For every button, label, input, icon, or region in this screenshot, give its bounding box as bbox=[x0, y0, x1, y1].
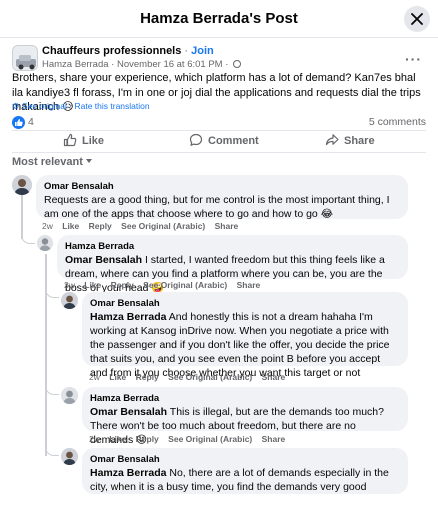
separator-dot: · bbox=[225, 59, 229, 70]
see-original-button[interactable]: See Original (Arabic) bbox=[121, 221, 205, 231]
group-avatar[interactable] bbox=[12, 45, 38, 71]
comment-reply-button[interactable]: Reply bbox=[136, 434, 159, 444]
translation-row: ⚙ See original · Rate this translation bbox=[12, 101, 150, 112]
chevron-down-icon bbox=[85, 159, 92, 163]
like-button[interactable]: Like bbox=[63, 133, 104, 149]
comment-count-link[interactable]: 5 comments bbox=[369, 116, 426, 128]
thread-connector bbox=[45, 444, 59, 456]
thread-connector bbox=[45, 286, 59, 298]
avatar[interactable] bbox=[61, 292, 78, 309]
globe-icon bbox=[233, 60, 242, 68]
close-icon bbox=[411, 13, 423, 25]
see-original-button[interactable]: See Original (Arabic) bbox=[168, 434, 252, 444]
comment-author[interactable]: Omar Bensalah bbox=[90, 297, 400, 310]
like-count[interactable]: 4 bbox=[28, 116, 34, 128]
comment-bubble: Omar Bensalah Hamza Berrada And honestly… bbox=[82, 292, 408, 379]
comment-mention[interactable]: Hamza Berrada bbox=[90, 467, 166, 479]
comment-author[interactable]: Hamza Berrada bbox=[90, 392, 400, 405]
thread-line bbox=[45, 254, 47, 456]
dialog-title: Hamza Berrada's Post bbox=[140, 10, 298, 27]
see-original-button[interactable]: See Original (Arabic) bbox=[168, 372, 252, 382]
close-button[interactable] bbox=[404, 6, 430, 32]
comment-actions: 2w Like Reply See Original (Arabic) Shar… bbox=[64, 280, 267, 290]
thread-connector bbox=[21, 232, 35, 244]
see-original-link[interactable]: See original bbox=[22, 101, 67, 111]
comment-reply-button[interactable]: Reply bbox=[89, 221, 112, 231]
separator-dot: · bbox=[184, 45, 189, 57]
comment-mention[interactable]: Omar Bensalah bbox=[65, 254, 142, 266]
gear-icon: ⚙ bbox=[12, 101, 20, 111]
comment-bubble: Omar Bensalah Requests are a good thing,… bbox=[36, 175, 408, 220]
comment-text: Hamza Berrada No, there are a lot of dem… bbox=[90, 466, 400, 494]
comment-button[interactable]: Comment bbox=[189, 133, 259, 149]
like-label: Like bbox=[82, 135, 105, 147]
post-action-bar: Like Comment Share bbox=[12, 130, 426, 152]
comment-bubble: Hamza Berrada Omar Bensalah I started, I… bbox=[57, 235, 408, 294]
comment-time[interactable]: 2w bbox=[64, 280, 75, 290]
share-button[interactable]: Share bbox=[325, 133, 375, 149]
dialog-header: Hamza Berrada's Post bbox=[0, 0, 438, 38]
comment-like-button[interactable]: Like bbox=[84, 280, 101, 290]
comment-time[interactable]: 2w bbox=[89, 372, 100, 382]
comment-actions: 2w Like Reply See Original (Arabic) Shar… bbox=[42, 221, 245, 231]
avatar[interactable] bbox=[61, 448, 78, 465]
comment-like-button[interactable]: Like bbox=[109, 372, 126, 382]
more-icon: ··· bbox=[405, 51, 422, 67]
more-options-button[interactable]: ··· bbox=[405, 51, 422, 67]
share-label: Share bbox=[344, 135, 375, 147]
comment-author[interactable]: Omar Bensalah bbox=[90, 453, 400, 466]
separator-dot: · bbox=[111, 59, 115, 70]
join-link[interactable]: Join bbox=[191, 45, 214, 57]
group-name-link[interactable]: Chauffeurs professionnels bbox=[42, 45, 181, 57]
comment-icon bbox=[189, 133, 203, 146]
comment-bubble: Omar Bensalah Hamza Berrada No, there ar… bbox=[82, 448, 408, 494]
like-icon bbox=[63, 133, 77, 147]
comment-actions: 2w Like Reply See Original (Arabic) Shar… bbox=[89, 434, 292, 444]
comment-time[interactable]: 2w bbox=[89, 434, 100, 444]
comment-mention[interactable]: Omar Bensalah bbox=[90, 406, 167, 418]
share-icon bbox=[325, 134, 339, 146]
comment-time[interactable]: 2w bbox=[42, 221, 53, 231]
thread-connector bbox=[45, 383, 59, 395]
comment-sort-dropdown[interactable]: Most relevant bbox=[12, 156, 92, 168]
rate-translation-link[interactable]: Rate this translation bbox=[74, 101, 149, 111]
sort-label: Most relevant bbox=[12, 156, 83, 168]
comment-share-button[interactable]: Share bbox=[237, 280, 261, 290]
comment-like-button[interactable]: Like bbox=[109, 434, 126, 444]
post-meta: Hamza Berrada · November 16 at 6:01 PM · bbox=[42, 59, 242, 70]
comment-text: Requests are a good thing, but for me co… bbox=[44, 194, 390, 220]
comment-label: Comment bbox=[208, 135, 259, 147]
group-line: Chauffeurs professionnels · Join bbox=[42, 45, 214, 57]
separator-dot: · bbox=[69, 101, 73, 111]
like-reaction-icon[interactable] bbox=[12, 116, 25, 129]
comment-reply-button[interactable]: Reply bbox=[136, 372, 159, 382]
avatar[interactable] bbox=[61, 387, 78, 404]
comment-share-button[interactable]: Share bbox=[262, 434, 286, 444]
comment-reply-button[interactable]: Reply bbox=[111, 280, 134, 290]
avatar[interactable] bbox=[12, 175, 32, 195]
comment-author[interactable]: Omar Bensalah bbox=[44, 180, 400, 193]
see-original-button[interactable]: See Original (Arabic) bbox=[143, 280, 227, 290]
comment-actions: 2w Like Reply See Original (Arabic) Shar… bbox=[89, 372, 292, 382]
post-date-link[interactable]: November 16 at 6:01 PM bbox=[117, 59, 223, 70]
comment-share-button[interactable]: Share bbox=[215, 221, 239, 231]
avatar[interactable] bbox=[37, 235, 53, 251]
post-stats: 4 5 comments bbox=[12, 116, 426, 130]
comment-text: Hamza Berrada And honestly this is not a… bbox=[90, 310, 400, 380]
comment-like-button[interactable]: Like bbox=[62, 221, 79, 231]
comment-author[interactable]: Hamza Berrada bbox=[65, 240, 400, 253]
post-author-link[interactable]: Hamza Berrada bbox=[42, 59, 109, 70]
comment-bubble: Hamza Berrada Omar Bensalah This is ille… bbox=[82, 387, 408, 446]
comment-mention[interactable]: Hamza Berrada bbox=[90, 311, 166, 323]
divider bbox=[12, 152, 426, 153]
comment-share-button[interactable]: Share bbox=[262, 372, 286, 382]
